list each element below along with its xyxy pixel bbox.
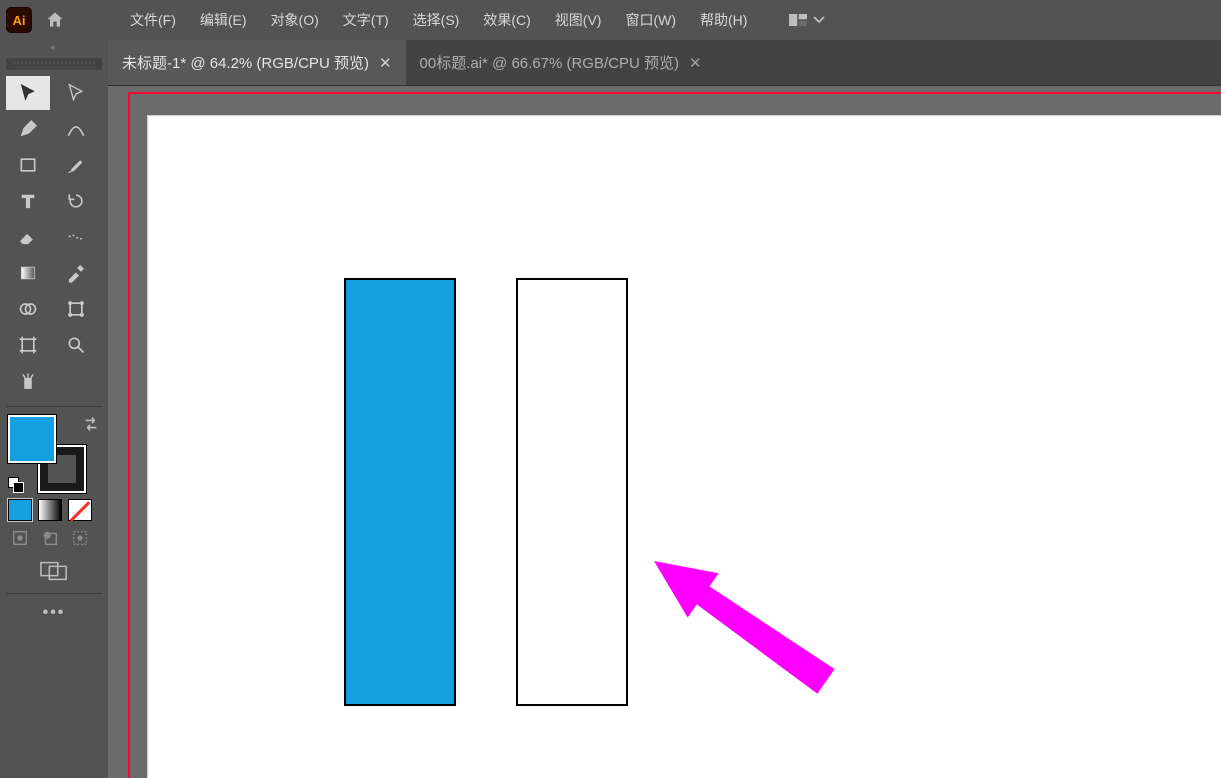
- tool-zoom[interactable]: [54, 328, 98, 362]
- home-icon[interactable]: [42, 7, 68, 33]
- tool-direct-selection[interactable]: [54, 76, 98, 110]
- edit-toolbar-button[interactable]: •••: [0, 598, 108, 632]
- artboard: [148, 116, 1221, 778]
- menu-file[interactable]: 文件(F): [118, 6, 188, 34]
- app-icon: Ai: [6, 7, 32, 33]
- default-fill-stroke-icon[interactable]: [8, 477, 24, 493]
- tool-rectangle[interactable]: [6, 148, 50, 182]
- tool-paintbrush[interactable]: [54, 148, 98, 182]
- main-area: 未标题-1* @ 64.2% (RGB/CPU 预览) ✕ 00标题.ai* @…: [108, 40, 1221, 778]
- shape-rectangle-white[interactable]: [516, 278, 628, 706]
- toolbox-grip[interactable]: [6, 58, 102, 70]
- tool-eraser[interactable]: [6, 220, 50, 254]
- draw-normal-icon[interactable]: [8, 527, 32, 549]
- menu-select[interactable]: 选择(S): [401, 6, 472, 34]
- tool-artboard[interactable]: [6, 328, 50, 362]
- tool-rotate[interactable]: [54, 184, 98, 218]
- screen-mode-button[interactable]: [0, 555, 108, 587]
- menu-object[interactable]: 对象(O): [259, 6, 331, 34]
- toolbox-collapse-handle[interactable]: «: [0, 40, 108, 54]
- tool-curvature[interactable]: [54, 112, 98, 146]
- fill-swatch[interactable]: [8, 415, 56, 463]
- toolbox-divider-2: [6, 593, 102, 594]
- tool-symbol-sprayer[interactable]: [6, 364, 50, 398]
- workspace-switcher[interactable]: [789, 13, 825, 27]
- tool-eyedropper[interactable]: [54, 256, 98, 290]
- close-icon[interactable]: ✕: [379, 54, 392, 72]
- toolbox: «: [0, 40, 108, 778]
- menu-view[interactable]: 视图(V): [543, 6, 614, 34]
- document-tab-label: 00标题.ai* @ 66.67% (RGB/CPU 预览): [420, 52, 679, 73]
- draw-inside-icon[interactable]: [68, 527, 92, 549]
- menu-window[interactable]: 窗口(W): [613, 6, 688, 34]
- document-tab-label: 未标题-1* @ 64.2% (RGB/CPU 预览): [122, 52, 369, 73]
- tool-free-transform[interactable]: [54, 292, 98, 326]
- none-mode-swatch[interactable]: [68, 499, 92, 521]
- tool-gradient[interactable]: [6, 256, 50, 290]
- draw-behind-icon[interactable]: [38, 527, 62, 549]
- close-icon[interactable]: ✕: [689, 54, 702, 72]
- gradient-mode-swatch[interactable]: [38, 499, 62, 521]
- document-tab-2[interactable]: 00标题.ai* @ 66.67% (RGB/CPU 预览) ✕: [406, 40, 716, 85]
- canvas-viewport[interactable]: [108, 86, 1221, 778]
- toolbox-divider: [6, 406, 102, 407]
- tool-selection[interactable]: [6, 76, 50, 110]
- menubar: Ai 文件(F) 编辑(E) 对象(O) 文字(T) 选择(S) 效果(C) 视…: [0, 0, 1221, 40]
- tool-width[interactable]: [54, 220, 98, 254]
- menu-edit[interactable]: 编辑(E): [188, 6, 259, 34]
- document-tab-1[interactable]: 未标题-1* @ 64.2% (RGB/CPU 预览) ✕: [108, 40, 406, 85]
- tool-type[interactable]: [6, 184, 50, 218]
- document-tabstrip: 未标题-1* @ 64.2% (RGB/CPU 预览) ✕ 00标题.ai* @…: [108, 40, 1221, 86]
- menu-effect[interactable]: 效果(C): [471, 6, 542, 34]
- color-mode-swatch[interactable]: [8, 499, 32, 521]
- menu-type[interactable]: 文字(T): [331, 6, 401, 34]
- swap-fill-stroke-icon[interactable]: [82, 415, 100, 433]
- shape-rectangle-blue[interactable]: [344, 278, 456, 706]
- menu-help[interactable]: 帮助(H): [688, 6, 759, 34]
- fill-stroke-block: [6, 413, 102, 495]
- tool-pen[interactable]: [6, 112, 50, 146]
- tool-shape-builder[interactable]: [6, 292, 50, 326]
